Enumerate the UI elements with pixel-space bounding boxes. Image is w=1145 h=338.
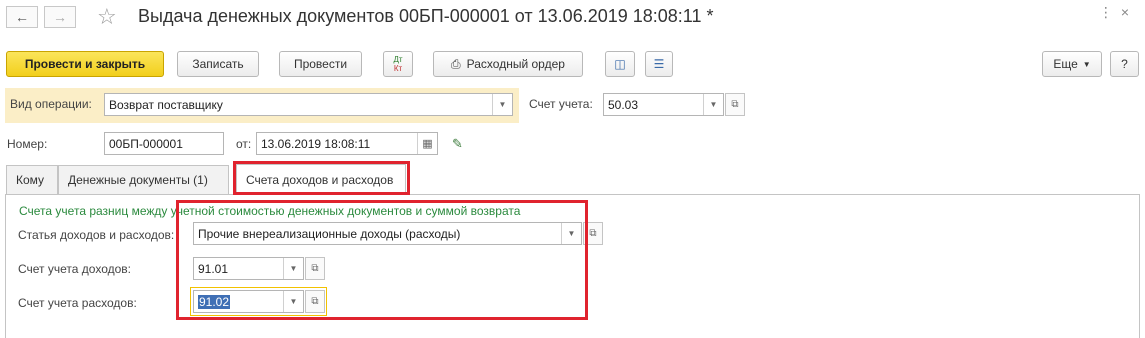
- expense-account-value: 91.02: [198, 294, 231, 309]
- date-label: от:: [236, 137, 252, 151]
- section-heading: Счета учета разниц между учетной стоимос…: [19, 204, 521, 218]
- expense-account-select[interactable]: 91.02 ▼: [193, 290, 304, 313]
- income-expense-item-select[interactable]: Прочие внереализационные доходы (расходы…: [193, 222, 582, 245]
- income-account-select[interactable]: 91.01 ▼: [193, 257, 304, 280]
- close-icon[interactable]: ×: [1121, 4, 1137, 20]
- back-button[interactable]: ←: [6, 6, 38, 28]
- more-button[interactable]: Еще ▼: [1042, 51, 1102, 77]
- open-item-button[interactable]: ⧉: [583, 222, 603, 245]
- chevron-down-icon[interactable]: ▼: [283, 291, 303, 312]
- post-button[interactable]: Провести: [279, 51, 362, 77]
- panel-border-right: [1139, 194, 1140, 338]
- panel-border-left: [5, 194, 6, 338]
- edit-document-icon[interactable]: ✎: [452, 136, 463, 152]
- open-account-button[interactable]: ⧉: [725, 93, 745, 116]
- tab-underline: [5, 194, 1140, 195]
- cash-order-label: Расходный ордер: [466, 57, 565, 71]
- number-value: 00БП-000001: [109, 136, 183, 151]
- open-icon: ⧉: [731, 99, 739, 110]
- list-icon: ☰: [653, 57, 665, 71]
- income-expense-item-label: Статья доходов и расходов:: [18, 228, 175, 242]
- open-income-account-button[interactable]: ⧉: [305, 257, 325, 280]
- printer-icon: ⎙: [451, 56, 461, 71]
- dt-kt-icon: Дт Кт: [393, 55, 403, 73]
- link-icon[interactable]: ⋮: [1099, 4, 1121, 20]
- open-icon: ⧉: [311, 296, 319, 307]
- operation-type-label: Вид операции:: [10, 97, 92, 111]
- forward-button[interactable]: →: [44, 6, 76, 28]
- tab-income-expense-accounts[interactable]: Счета доходов и расходов: [236, 164, 406, 195]
- cash-order-print-button[interactable]: ⎙ Расходный ордер: [433, 51, 583, 77]
- structure-button[interactable]: ◫: [605, 51, 635, 77]
- expense-account-label: Счет учета расходов:: [18, 296, 137, 310]
- calendar-icon[interactable]: ▦: [417, 133, 437, 154]
- operation-type-select[interactable]: Возврат поставщику ▼: [104, 93, 513, 116]
- account-select[interactable]: 50.03 ▼: [603, 93, 724, 116]
- hierarchy-icon: ◫: [614, 57, 626, 71]
- arrow-right-icon: →: [53, 9, 67, 25]
- open-expense-account-button[interactable]: ⧉: [305, 290, 325, 313]
- help-button[interactable]: ?: [1110, 51, 1139, 77]
- report-button[interactable]: ☰: [645, 51, 673, 77]
- chevron-down-icon[interactable]: ▼: [703, 94, 723, 115]
- favorite-star-icon[interactable]: ☆: [97, 5, 117, 29]
- account-value: 50.03: [608, 97, 639, 112]
- chevron-down-icon[interactable]: ▼: [283, 258, 303, 279]
- tab-recipient[interactable]: Кому: [6, 165, 58, 194]
- save-button[interactable]: Записать: [177, 51, 259, 77]
- window-controls[interactable]: ⋮×: [1099, 4, 1137, 21]
- post-and-close-button[interactable]: Провести и закрыть: [6, 51, 164, 77]
- chevron-down-icon: ▼: [1082, 59, 1091, 69]
- number-field[interactable]: 00БП-000001: [104, 132, 224, 155]
- operation-type-value: Возврат поставщику: [109, 97, 223, 112]
- chevron-down-icon[interactable]: ▼: [492, 94, 512, 115]
- dt-kt-button[interactable]: Дт Кт: [383, 51, 413, 77]
- open-icon: ⧉: [589, 228, 597, 239]
- number-label: Номер:: [7, 137, 48, 151]
- income-account-label: Счет учета доходов:: [18, 262, 131, 276]
- date-value: 13.06.2019 18:08:11: [261, 136, 371, 151]
- more-label: Еще: [1053, 57, 1078, 71]
- arrow-left-icon: ←: [15, 9, 29, 25]
- chevron-down-icon[interactable]: ▼: [561, 223, 581, 244]
- window-title: Выдача денежных документов 00БП-000001 о…: [138, 6, 714, 26]
- date-field[interactable]: 13.06.2019 18:08:11 ▦: [256, 132, 438, 155]
- tab-cash-documents[interactable]: Денежные документы (1): [58, 165, 229, 194]
- account-label: Счет учета:: [529, 97, 593, 111]
- open-icon: ⧉: [311, 263, 319, 274]
- income-account-value: 91.01: [198, 261, 229, 276]
- income-expense-item-value: Прочие внереализационные доходы (расходы…: [198, 226, 461, 241]
